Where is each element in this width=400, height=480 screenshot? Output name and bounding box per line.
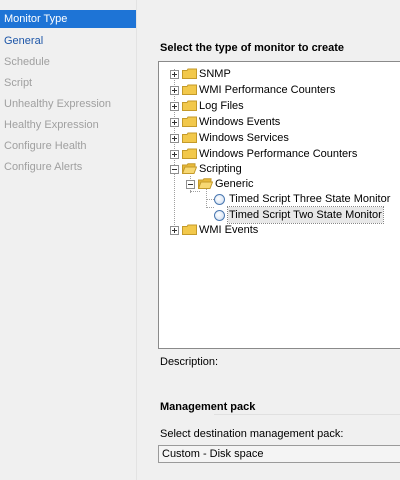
tree-node-wmi-events[interactable]: WMI Events	[159, 222, 399, 238]
open-folder-icon	[198, 178, 213, 189]
select-mp-label: Select destination management pack:	[160, 428, 344, 440]
tree-label: WMI Events	[199, 224, 259, 236]
section-divider	[214, 414, 400, 415]
open-folder-icon	[182, 163, 197, 174]
folder-icon	[182, 132, 197, 143]
expand-icon[interactable]	[170, 150, 179, 159]
tree-node-scripting[interactable]: Scripting	[159, 161, 399, 177]
tree-node-windows-events[interactable]: Windows Events	[159, 114, 399, 130]
nav-divider	[136, 0, 137, 480]
tree-label: Timed Script Two State Monitor	[227, 206, 384, 224]
folder-icon	[182, 148, 197, 159]
expand-icon[interactable]	[170, 118, 179, 127]
expand-icon[interactable]	[170, 102, 179, 111]
expand-icon[interactable]	[170, 134, 179, 143]
tree-label: Timed Script Three State Monitor	[229, 193, 391, 205]
folder-icon	[182, 224, 197, 235]
nav-item-general[interactable]: General	[0, 32, 136, 50]
folder-icon	[182, 68, 197, 79]
expand-icon[interactable]	[170, 226, 179, 235]
monitor-type-title: Select the type of monitor to create	[160, 42, 344, 54]
tree-node-timed-script-two-state[interactable]: Timed Script Two State Monitor	[159, 206, 399, 224]
collapse-icon[interactable]	[186, 180, 195, 189]
tree-label: SNMP	[199, 68, 231, 80]
tree-node-wmi-performance-counters[interactable]: WMI Performance Counters	[159, 82, 399, 98]
expand-icon[interactable]	[170, 70, 179, 79]
folder-icon	[182, 116, 197, 127]
tree-label: Scripting	[199, 163, 242, 175]
tree-label: Log Files	[199, 100, 244, 112]
management-pack-dropdown[interactable]: Custom - Disk space	[158, 445, 400, 463]
expand-icon[interactable]	[170, 86, 179, 95]
management-pack-value: Custom - Disk space	[162, 448, 264, 460]
nav-item-monitor-type[interactable]: Monitor Type	[0, 10, 136, 28]
collapse-icon[interactable]	[170, 165, 179, 174]
wizard-nav: Monitor Type General Schedule Script Unh…	[0, 0, 136, 480]
tree-node-snmp[interactable]: SNMP	[159, 66, 399, 82]
nav-item-script: Script	[4, 77, 33, 89]
nav-item-schedule: Schedule	[4, 56, 50, 68]
tree-label: Windows Services	[199, 132, 289, 144]
monitor-icon	[214, 210, 225, 221]
tree-label: Windows Events	[199, 116, 281, 128]
tree-node-log-files[interactable]: Log Files	[159, 98, 399, 114]
management-pack-title: Management pack	[160, 401, 256, 413]
monitor-icon	[214, 194, 225, 205]
tree-node-timed-script-three-state[interactable]: Timed Script Three State Monitor	[159, 191, 399, 207]
nav-item-configure-health: Configure Health	[4, 140, 87, 152]
tree-label: Generic	[215, 178, 254, 190]
tree-node-windows-services[interactable]: Windows Services	[159, 130, 399, 146]
tree-node-windows-performance-counters[interactable]: Windows Performance Counters	[159, 146, 399, 162]
tree-node-generic[interactable]: Generic	[159, 176, 399, 192]
description-label: Description:	[160, 356, 219, 368]
nav-item-configure-alerts: Configure Alerts	[4, 161, 83, 173]
tree-label: WMI Performance Counters	[199, 84, 336, 96]
folder-icon	[182, 100, 197, 111]
nav-item-healthy-expression: Healthy Expression	[4, 119, 99, 131]
nav-item-unhealthy-expression: Unhealthy Expression	[4, 98, 112, 110]
folder-icon	[182, 84, 197, 95]
monitor-type-tree[interactable]: SNMP WMI Performance Counters Log Files …	[158, 61, 400, 349]
tree-label: Windows Performance Counters	[199, 148, 358, 160]
